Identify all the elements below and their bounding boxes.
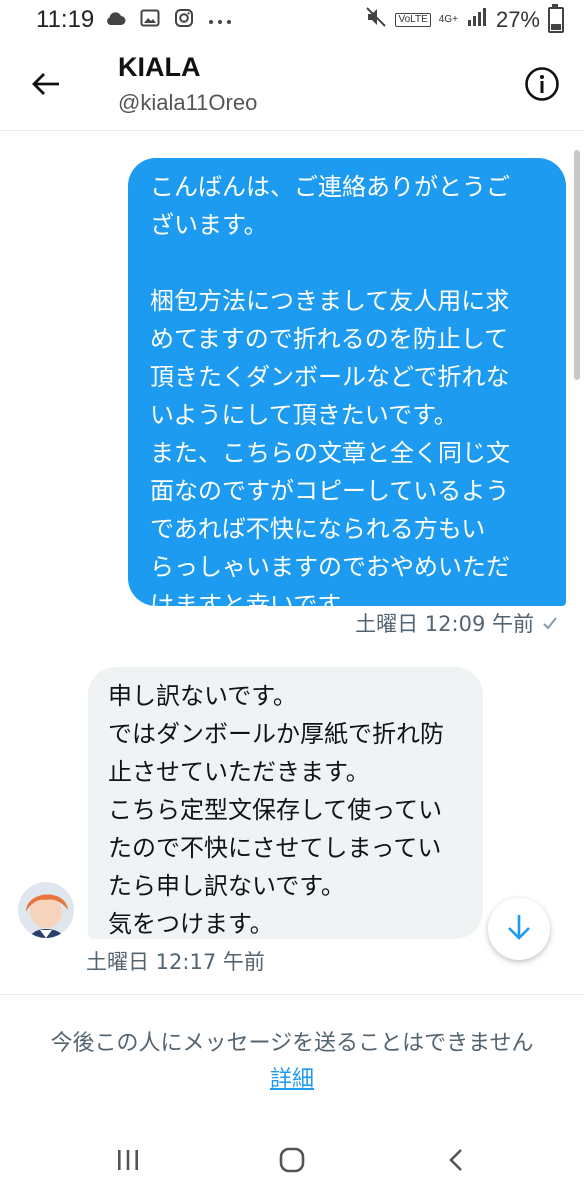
battery-percent: 27% — [495, 7, 540, 32]
received-message-bubble[interactable]: 申し訳ないです。 ではダンボールか厚紙で折れ防 止させていただきます。 こちら定… — [88, 667, 483, 939]
info-button[interactable] — [522, 66, 562, 106]
details-link[interactable]: 詳細 — [0, 1061, 584, 1093]
arrow-down-icon — [506, 913, 532, 945]
signal-icon — [466, 6, 488, 34]
avatar[interactable] — [18, 882, 74, 938]
cloud-icon — [104, 10, 126, 30]
notice-text: 今後この人にメッセージを送ることはできません — [50, 1031, 534, 1056]
mute-icon — [365, 6, 387, 34]
sent-message-timestamp: 土曜日 12:09 午前 — [355, 608, 558, 638]
instagram-icon — [174, 8, 194, 32]
back-button[interactable] — [24, 64, 68, 108]
scrollbar[interactable] — [574, 150, 580, 380]
home-button[interactable] — [262, 1142, 322, 1182]
conversation-header: KIALA @kiala11Oreo — [0, 42, 584, 131]
timestamp-text: 土曜日 12:09 午前 — [355, 612, 534, 636]
system-icons: VoLTE 4G+ 27% — [365, 4, 564, 34]
volte-label: VoLTE — [395, 13, 431, 27]
recent-apps-button[interactable] — [98, 1142, 158, 1182]
battery-icon — [548, 4, 564, 33]
more-icon — [208, 11, 232, 30]
system-navigation-bar — [0, 1124, 584, 1200]
contact-name[interactable]: KIALA — [118, 52, 201, 83]
check-icon — [542, 611, 558, 635]
home-icon — [278, 1146, 306, 1178]
received-message-timestamp: 土曜日 12:17 午前 — [86, 950, 265, 974]
info-icon — [524, 66, 560, 106]
battery-level — [551, 24, 561, 30]
status-time: 11:19 — [36, 6, 95, 33]
sent-message-bubble[interactable]: こんばんは、ご連絡ありがとうご ざいます。 梱包方法につきまして友人用に求 めて… — [128, 158, 566, 619]
nav-back-button[interactable] — [426, 1142, 486, 1182]
image-icon — [140, 9, 160, 31]
back-arrow-icon — [31, 71, 61, 101]
status-bar: 11:19 VoLTE 4G+ 27% — [0, 0, 584, 42]
dm-disabled-notice: 今後この人にメッセージを送ることはできません 詳細 — [0, 994, 584, 1095]
back-chevron-icon — [447, 1147, 465, 1177]
notification-icons — [104, 8, 232, 32]
network-label: 4G+ — [438, 14, 458, 25]
contact-handle[interactable]: @kiala11Oreo — [118, 90, 257, 116]
recent-apps-icon — [115, 1148, 141, 1176]
scroll-to-bottom-button[interactable] — [488, 898, 550, 960]
